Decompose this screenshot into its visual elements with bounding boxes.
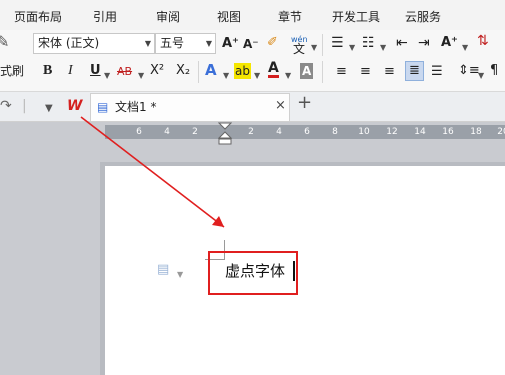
wps-writer-window: 页面布局 引用 审阅 视图 章节 开发工具 云服务 ✎ 式刷 宋体 (正文) ▼… [0, 0, 505, 375]
annotation-arrow [80, 116, 225, 228]
